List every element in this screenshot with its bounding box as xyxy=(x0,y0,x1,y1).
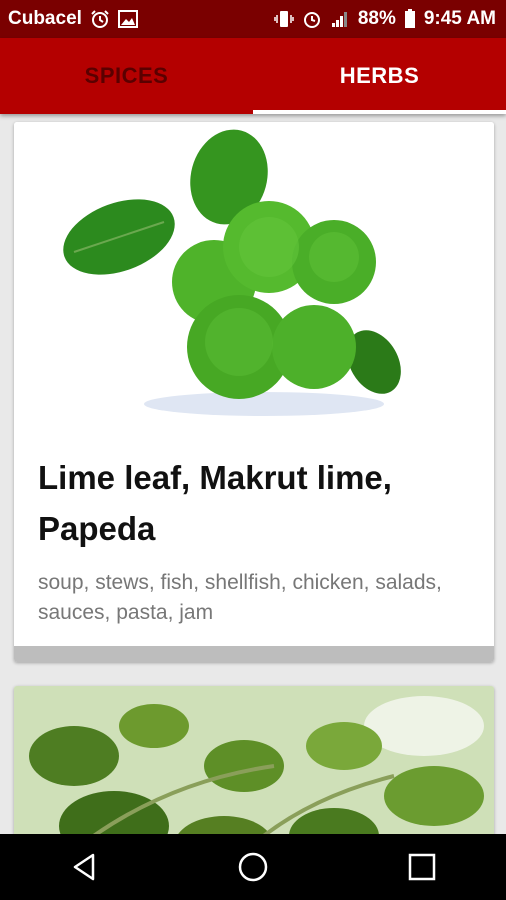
recents-icon xyxy=(408,853,435,881)
makrut-lime-image xyxy=(14,122,494,422)
signal-icon xyxy=(330,9,350,29)
tab-herbs[interactable]: HERBS xyxy=(253,38,506,114)
herb-card[interactable]: Lime leaf, Makrut lime, Papeda soup, ste… xyxy=(14,122,494,662)
home-button[interactable] xyxy=(223,837,283,897)
herb-list[interactable]: Lime leaf, Makrut lime, Papeda soup, ste… xyxy=(0,114,506,834)
status-bar-left: Cubacel xyxy=(8,8,138,30)
image-icon xyxy=(117,9,138,29)
battery-percent: 88% xyxy=(357,8,396,29)
navigation-bar xyxy=(0,834,506,900)
tab-herbs-label: HERBS xyxy=(339,63,420,88)
home-icon xyxy=(238,852,268,882)
herb-card[interactable] xyxy=(14,686,494,834)
card-footer-bar xyxy=(14,646,494,662)
oregano-image xyxy=(14,686,494,834)
back-icon xyxy=(74,853,95,881)
back-button[interactable] xyxy=(54,837,114,897)
carrier-label: Cubacel xyxy=(8,8,82,29)
herb-title: Lime leaf, Makrut lime, Papeda xyxy=(38,459,392,547)
tab-bar: SPICES HERBS xyxy=(0,38,506,114)
recents-button[interactable] xyxy=(392,837,452,897)
tab-spices-label: SPICES xyxy=(84,63,169,88)
clock: 9:45 AM xyxy=(423,8,496,29)
status-bar: Cubacel 88% 9:45 AM xyxy=(0,0,506,38)
status-bar-right: 88% 9:45 AM xyxy=(274,8,496,30)
battery-icon xyxy=(404,9,416,29)
alarm-clock-icon xyxy=(90,9,110,29)
vibrate-icon xyxy=(274,9,294,29)
alarm-icon xyxy=(302,9,322,29)
herb-uses: soup, stews, fish, shellfish, chicken, s… xyxy=(38,571,442,624)
tab-spices[interactable]: SPICES xyxy=(0,38,253,114)
